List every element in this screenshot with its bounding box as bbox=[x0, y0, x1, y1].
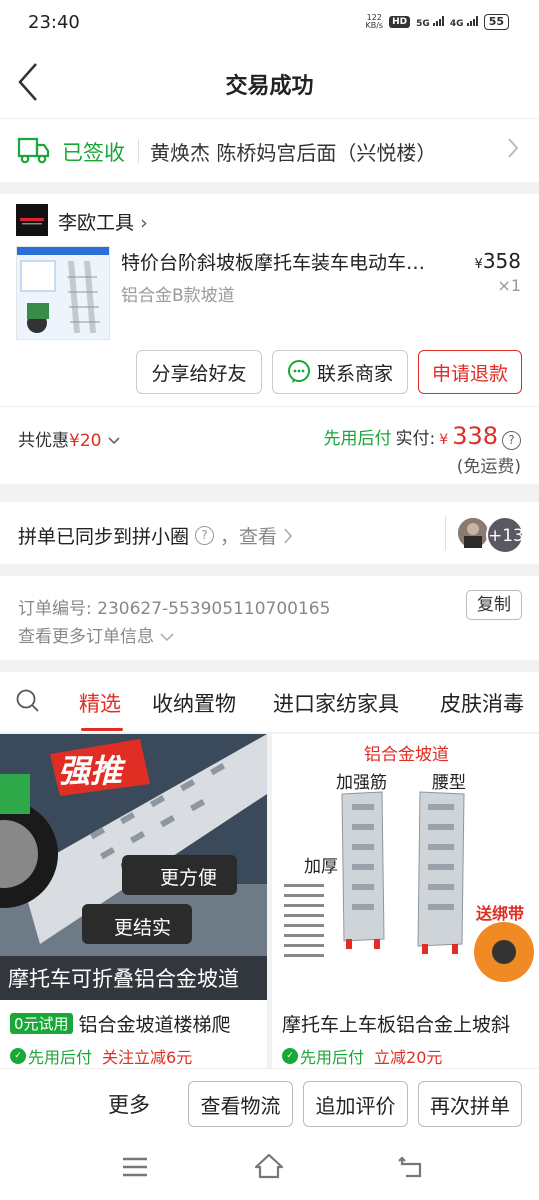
image-label: 加厚 bbox=[304, 857, 338, 877]
divider bbox=[138, 139, 139, 163]
title-bar: 交易成功 bbox=[0, 46, 539, 118]
shop-logo[interactable] bbox=[16, 204, 48, 236]
discount-summary[interactable]: 共优惠¥20 bbox=[18, 426, 121, 451]
chevron-down-icon bbox=[107, 431, 121, 451]
product-spec: 铝合金B款坡道 bbox=[121, 286, 235, 306]
tab-imported-home[interactable]: 进口家纺家具 bbox=[273, 688, 399, 718]
truck-icon bbox=[16, 135, 50, 165]
delivery-status: 已签收 bbox=[62, 141, 125, 165]
feed-product-card[interactable]: 铝合金坡道 加强筋 腰型 加厚 送绑带 摩托车上车板铝合金上坡斜 ✓ 先用后付 立… bbox=[272, 734, 539, 1068]
order-info: 订单编号: 230627-553905110700165 复制 查看更多订单信息 bbox=[0, 576, 539, 660]
more-button[interactable]: 更多 bbox=[108, 1089, 150, 1119]
product-price: ¥358 bbox=[474, 249, 521, 273]
product-image[interactable] bbox=[16, 246, 110, 340]
paid-amount: 338 bbox=[452, 422, 498, 450]
refund-button[interactable]: 申请退款 bbox=[418, 350, 522, 394]
image-headline: 铝合金坡道 bbox=[364, 745, 449, 765]
image-label: 腰型 bbox=[432, 773, 466, 793]
divider bbox=[445, 516, 446, 550]
chevron-right-icon bbox=[284, 527, 293, 544]
feed-product-image[interactable]: 铝合金坡道 加强筋 腰型 加厚 送绑带 bbox=[272, 734, 539, 1000]
image-label: 加强筋 bbox=[336, 773, 387, 793]
group-sync-text: 拼单已同步到拼小圈 ? ，查看 bbox=[18, 522, 293, 549]
feed-product-promo: ✓ 先用后付 关注立减6元 bbox=[10, 1044, 192, 1068]
tab-featured[interactable]: 精选 bbox=[79, 688, 121, 718]
trial-badge: 0元试用 bbox=[10, 1013, 73, 1034]
system-nav-bar bbox=[0, 1138, 539, 1200]
search-icon[interactable] bbox=[16, 688, 40, 714]
4g-signal-icon: 4G bbox=[450, 15, 478, 29]
category-tabs: 精选 收纳置物 进口家纺家具 皮肤消毒 bbox=[0, 672, 539, 732]
menu-icon[interactable] bbox=[122, 1156, 148, 1182]
chat-icon bbox=[287, 360, 310, 383]
view-logistics-button[interactable]: 查看物流 bbox=[188, 1081, 293, 1127]
delivery-status-row[interactable]: 已签收 黄焕杰 陈桥妈宫后面（兴悦楼） bbox=[0, 118, 539, 182]
rebuy-group-button[interactable]: 再次拼单 bbox=[418, 1081, 522, 1127]
battery-icon: 55 bbox=[483, 14, 509, 30]
contact-merchant-button[interactable]: 联系商家 bbox=[272, 350, 408, 394]
home-icon[interactable] bbox=[254, 1152, 284, 1184]
hd-icon: HD bbox=[389, 16, 411, 28]
image-tag: 更结实 bbox=[114, 917, 172, 939]
image-text-strong: 强推 bbox=[58, 752, 123, 790]
chevron-right-icon: › bbox=[140, 212, 148, 234]
image-caption: 摩托车可折叠铝合金坡道 bbox=[8, 967, 239, 991]
tab-storage[interactable]: 收纳置物 bbox=[152, 688, 236, 718]
shipping-note: (免运费) bbox=[456, 457, 521, 477]
feed-product-title: 摩托车上车板铝合金上坡斜 bbox=[282, 1014, 511, 1036]
copy-button[interactable]: 复制 bbox=[466, 590, 522, 620]
bottom-action-bar: 更多 查看物流 追加评价 再次拼单 bbox=[0, 1068, 539, 1138]
feed-product-card[interactable]: 强推 更方便 更结实 摩托车可折叠铝合金坡道 0元试用 铝合金坡道楼梯爬 ✓ 先用… bbox=[0, 734, 267, 1068]
avatar bbox=[456, 516, 490, 550]
page-title: 交易成功 bbox=[225, 74, 314, 99]
help-icon[interactable]: ? bbox=[195, 526, 215, 545]
feed-product-title: 0元试用 铝合金坡道楼梯爬 bbox=[10, 1010, 265, 1037]
avatar-count: +13 bbox=[486, 516, 524, 554]
chevron-right-icon bbox=[506, 133, 520, 167]
status-bar: 23:40 122 KB/s HD 5G 4G 55 bbox=[0, 0, 539, 46]
image-label: 送绑带 bbox=[476, 904, 525, 923]
order-number: 订单编号: 230627-553905110700165 bbox=[18, 599, 331, 619]
feed-product-image[interactable]: 强推 更方便 更结实 摩托车可折叠铝合金坡道 bbox=[0, 734, 267, 1000]
net-speed: 122 KB/s bbox=[365, 13, 384, 30]
share-button[interactable]: 分享给好友 bbox=[136, 350, 262, 394]
group-sync-row[interactable]: 拼单已同步到拼小圈 ? ，查看 +13 bbox=[0, 502, 539, 564]
shop-name[interactable]: 李欧工具 › bbox=[58, 208, 148, 235]
5g-signal-icon: 5G bbox=[416, 15, 444, 29]
paid-amount-line: 先用后付 实付: ¥ 338 ? bbox=[324, 422, 521, 450]
product-title[interactable]: 特价台阶斜坡板摩托车装车电动车… bbox=[121, 248, 441, 275]
status-time: 23:40 bbox=[28, 12, 80, 33]
feed-product-promo: ✓ 先用后付 立减20元 bbox=[282, 1044, 442, 1068]
image-tag: 更方便 bbox=[160, 867, 218, 889]
pay-later-icon: ✓ bbox=[10, 1048, 26, 1064]
product-quantity: ×1 bbox=[497, 276, 521, 295]
divider bbox=[0, 406, 539, 407]
tab-active-indicator bbox=[81, 728, 123, 731]
chevron-down-icon bbox=[160, 633, 174, 642]
help-icon[interactable]: ? bbox=[502, 431, 521, 450]
more-order-info[interactable]: 查看更多订单信息 bbox=[18, 622, 175, 647]
status-icons: 122 KB/s HD 5G 4G 55 bbox=[365, 14, 509, 30]
back-icon[interactable] bbox=[398, 1154, 426, 1184]
tab-disinfection[interactable]: 皮肤消毒 bbox=[440, 688, 524, 718]
pay-later-icon: ✓ bbox=[282, 1048, 298, 1064]
order-card: 李欧工具 › 特价台阶斜坡板摩托车装车电动车… 铝合金B款坡道 ¥358 ×1 … bbox=[0, 194, 539, 484]
add-review-button[interactable]: 追加评价 bbox=[303, 1081, 408, 1127]
delivery-address: 黄焕杰 陈桥妈宫后面（兴悦楼） bbox=[150, 141, 437, 165]
